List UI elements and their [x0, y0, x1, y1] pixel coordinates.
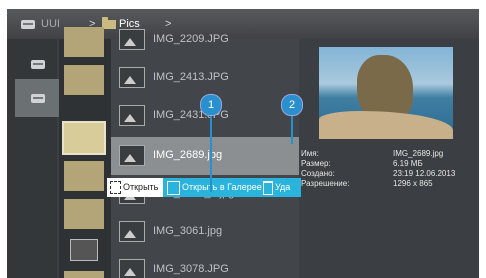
- context-open-button[interactable]: Открыть: [107, 178, 163, 197]
- context-open-gallery-button[interactable]: Открыть в Галерее: [182, 182, 262, 192]
- drive-item[interactable]: [15, 45, 59, 83]
- gallery-icon: [167, 181, 180, 195]
- file-row[interactable]: IMG_2413.JPG: [111, 59, 299, 97]
- file-row[interactable]: IMG_2209.JPG: [111, 21, 299, 59]
- drive-item-selected[interactable]: [15, 79, 59, 117]
- info-name-value: IMG_2689.jpg: [393, 149, 444, 158]
- drive-icon: [31, 94, 45, 103]
- info-name-label: Имя:: [301, 149, 319, 158]
- context-delete-button[interactable]: Уда: [275, 182, 290, 192]
- context-open-label: Открыть: [123, 182, 159, 192]
- trash-icon: [263, 181, 273, 195]
- image-preview: [319, 47, 453, 139]
- folders-column: [59, 27, 111, 278]
- folder-item-selected[interactable]: [62, 121, 106, 155]
- preview-shore: [319, 111, 453, 139]
- file-row[interactable]: IMG_3061.jpg: [111, 213, 299, 251]
- image-icon: [119, 67, 145, 88]
- file-name: IMG_3061.jpg: [153, 225, 223, 237]
- drives-column: [7, 39, 59, 278]
- image-icon: [119, 29, 145, 50]
- file-name: IMG_2413.JPG: [153, 71, 229, 83]
- info-resolution-label: Разрешение:: [301, 179, 350, 188]
- drive-icon: [31, 60, 45, 69]
- file-row[interactable]: IMG_3078.JPG: [111, 251, 299, 278]
- drive-icon: [21, 20, 35, 29]
- file-name: IMG_2209.JPG: [153, 33, 229, 45]
- image-file-icon[interactable]: [70, 239, 98, 261]
- context-menu: Открыть Открыть в Галерее Уда: [107, 178, 301, 197]
- folder-item[interactable]: [64, 271, 104, 278]
- image-icon: [119, 145, 145, 166]
- image-icon: [119, 221, 145, 242]
- marker-1-line: [210, 112, 212, 192]
- breadcrumb-root[interactable]: UUI: [41, 18, 60, 30]
- marker-2: 2: [281, 94, 303, 116]
- image-icon: [119, 259, 145, 278]
- marker-1: 1: [200, 94, 222, 116]
- open-icon: [110, 181, 121, 194]
- info-created-value: 23:19 12.06.2013: [393, 169, 456, 178]
- info-size-label: Размер:: [301, 159, 331, 168]
- marker-2-line: [291, 112, 293, 144]
- info-created-label: Создано:: [301, 169, 335, 178]
- files-column: IMG_2209.JPG IMG_2413.JPG IMG_2431.JPG I…: [111, 29, 299, 278]
- file-row-selected[interactable]: IMG_2689.jpg: [111, 137, 299, 175]
- file-manager-window: UUI > Pics > IMG_2209.JPG IMG_2413.JPG I…: [7, 9, 479, 278]
- info-resolution-value: 1296 x 865: [393, 179, 433, 188]
- file-name: IMG_3078.JPG: [153, 263, 229, 275]
- info-size-value: 6.19 МБ: [393, 159, 423, 168]
- folder-item[interactable]: [64, 199, 104, 229]
- image-icon: [119, 105, 145, 126]
- folder-item[interactable]: [64, 27, 104, 57]
- folder-item[interactable]: [64, 161, 104, 191]
